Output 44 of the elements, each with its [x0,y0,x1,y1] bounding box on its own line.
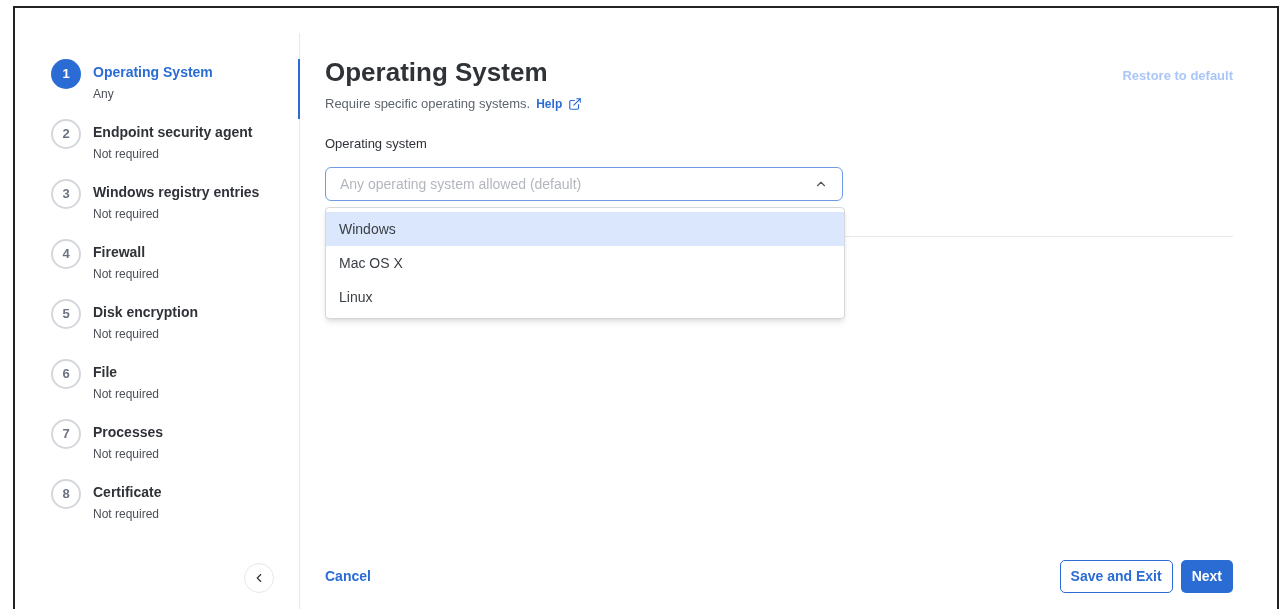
step-title: File [93,363,119,382]
step-item[interactable]: 4 Firewall Not required [15,239,300,299]
dropdown-option[interactable]: Windows [326,212,844,246]
step-number: 2 [51,119,81,149]
help-link[interactable]: Help [536,94,583,113]
page-description: Require specific operating systems. [325,95,531,113]
step-item[interactable]: 1 Operating System Any [15,59,300,119]
step-item[interactable]: 8 Certificate Not required [15,479,300,539]
step-status: Not required [93,326,161,343]
step-title: Windows registry entries [93,183,260,202]
step-status: Not required [93,446,161,463]
step-title: Processes [93,423,164,442]
step-status: Not required [93,206,161,223]
step-item[interactable]: 2 Endpoint security agent Not required [15,119,300,179]
step-number: 4 [51,239,81,269]
dropdown-option[interactable]: Mac OS X [326,246,844,280]
step-status: Not required [93,506,161,523]
step-number: 8 [51,479,81,509]
step-number: 3 [51,179,81,209]
step-number: 1 [51,59,81,89]
external-link-icon [568,96,583,111]
step-status: Not required [93,386,160,403]
step-number: 7 [51,419,81,449]
step-number: 5 [51,299,81,329]
step-title: Firewall [93,243,147,262]
step-item[interactable]: 6 File Not required [15,359,300,419]
page-title: Operating System [325,56,548,88]
step-item[interactable]: 5 Disk encryption Not required [15,299,300,359]
step-status: Not required [93,266,160,283]
save-exit-button[interactable]: Save and Exit [1059,560,1173,593]
dropdown-option[interactable]: Linux [326,280,844,314]
cancel-link[interactable]: Cancel [325,566,371,587]
next-button[interactable]: Next [1180,560,1233,593]
select-placeholder: Any operating system allowed (default) [340,174,582,194]
step-title: Operating System [93,63,213,82]
step-item[interactable]: 3 Windows registry entries Not required [15,179,300,239]
step-title: Disk encryption [93,303,199,322]
step-number: 6 [51,359,81,389]
step-title: Endpoint security agent [93,123,253,142]
step-status: Not required [93,146,161,163]
step-status: Any [93,86,115,103]
step-title: Certificate [93,483,162,502]
field-label: Operating system [325,134,428,153]
step-item[interactable]: 7 Processes Not required [15,419,300,479]
